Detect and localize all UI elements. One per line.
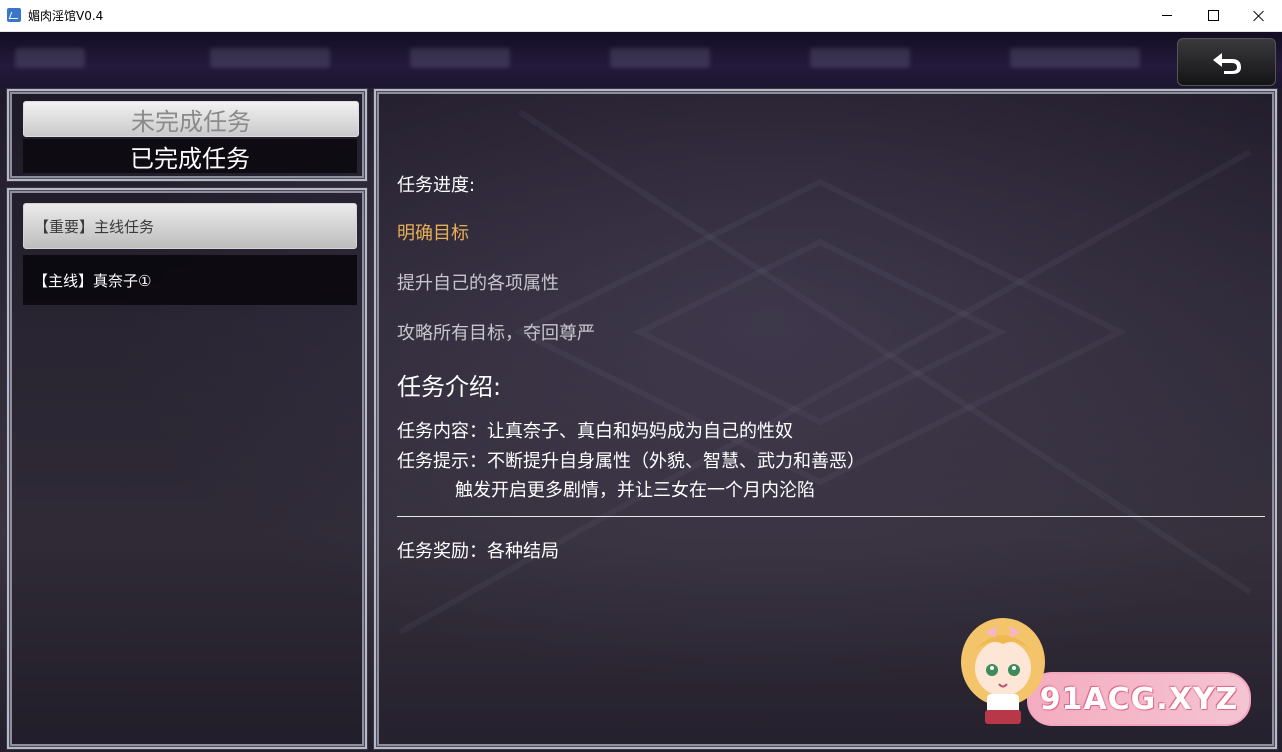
minimize-button[interactable] xyxy=(1144,0,1190,31)
app-icon xyxy=(7,8,21,22)
progress-heading: 任务进度: xyxy=(397,175,476,196)
quest-item-manako[interactable]: 【主线】真奈子① xyxy=(23,255,357,305)
top-strip xyxy=(0,32,1282,88)
watermark-text: 91ACG.XYZ xyxy=(1039,681,1239,717)
quest-list-panel: 【重要】主线任务 【主线】真奈子① xyxy=(7,188,367,749)
watermark: 91ACG.XYZ xyxy=(945,610,1255,730)
objective-pending: 提升自己的各项属性 xyxy=(397,273,559,294)
minimize-icon xyxy=(1162,15,1172,16)
task-reward: 任务奖励：各种结局 xyxy=(397,541,559,562)
blurred-label xyxy=(210,48,330,68)
blurred-label xyxy=(1010,48,1140,68)
maximize-button[interactable] xyxy=(1190,0,1236,31)
tab-panel: 未完成任务 已完成任务 xyxy=(7,89,367,181)
close-icon xyxy=(1253,10,1265,22)
return-arrow-icon xyxy=(1212,53,1241,74)
tab-completed-tasks[interactable]: 已完成任务 xyxy=(23,139,357,173)
objective-active: 明确目标 xyxy=(397,223,469,244)
game-viewport: 未完成任务 已完成任务 【重要】主线任务 【主线】真奈子① 任务进度: 明确目标… xyxy=(0,32,1282,752)
task-hint-continued: 触发开启更多剧情，并让三女在一个月内沦陷 xyxy=(455,480,815,501)
window-title: 媚肉淫馆V0.4 xyxy=(28,9,104,23)
tab-incomplete-tasks[interactable]: 未完成任务 xyxy=(23,101,359,137)
divider xyxy=(397,516,1265,517)
objective-pending: 攻略所有目标，夺回尊严 xyxy=(397,323,595,344)
blurred-label xyxy=(610,48,710,68)
blurred-label xyxy=(15,48,85,68)
close-button[interactable] xyxy=(1236,0,1282,31)
quest-item-main[interactable]: 【重要】主线任务 xyxy=(23,203,357,249)
window-titlebar: 媚肉淫馆V0.4 xyxy=(0,0,1282,32)
intro-heading: 任务介绍: xyxy=(397,373,502,401)
blurred-label xyxy=(810,48,910,68)
task-content: 任务内容：让真奈子、真白和妈妈成为自己的性奴 xyxy=(397,421,793,442)
mascot-image xyxy=(961,618,1045,724)
blurred-label xyxy=(410,48,510,68)
task-hint: 任务提示：不断提升自身属性（外貌、智慧、武力和善恶） xyxy=(397,451,865,472)
maximize-icon xyxy=(1207,10,1219,21)
back-button[interactable] xyxy=(1177,38,1276,86)
